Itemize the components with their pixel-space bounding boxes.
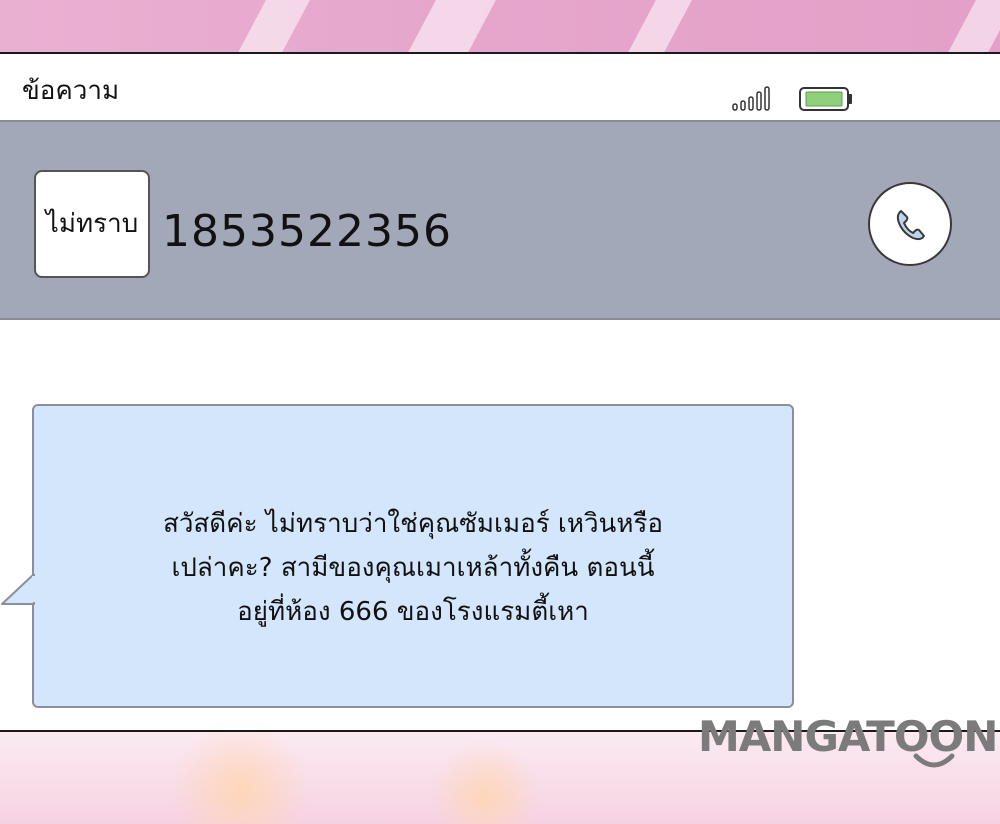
message-bubble: สวัสดีค่ะ ไม่ทราบว่าใช่คุณซัมเมอร์ เหวิน… bbox=[32, 404, 794, 708]
contact-header: ไม่ทราบ 1853522356 bbox=[0, 120, 1000, 320]
background-glow bbox=[430, 742, 540, 824]
phone-screen: ข้อความ ไม่ทราบ 1853522356 สวัสดีค่ะ ไม่… bbox=[0, 52, 1000, 732]
call-button[interactable] bbox=[868, 182, 952, 266]
signal-bars-icon bbox=[732, 86, 770, 111]
status-bar: ข้อความ bbox=[0, 54, 1000, 120]
background-glow bbox=[170, 732, 310, 824]
background-stripe bbox=[398, 0, 502, 52]
app-title: ข้อความ bbox=[22, 76, 120, 106]
background-stripe bbox=[618, 0, 698, 52]
background-stripe bbox=[938, 0, 1000, 52]
message-text: สวัสดีค่ะ ไม่ทราบว่าใช่คุณซัมเมอร์ เหวิน… bbox=[162, 509, 664, 627]
background-stripe bbox=[228, 0, 316, 52]
top-background-banner bbox=[0, 0, 1000, 52]
phone-icon bbox=[888, 202, 932, 246]
message-bubble-tail bbox=[1, 574, 38, 605]
contact-name: ไม่ทราบ bbox=[34, 170, 150, 278]
watermark-smile-icon bbox=[913, 753, 955, 768]
contact-number: 1853522356 bbox=[162, 206, 452, 257]
battery-icon bbox=[799, 87, 852, 111]
